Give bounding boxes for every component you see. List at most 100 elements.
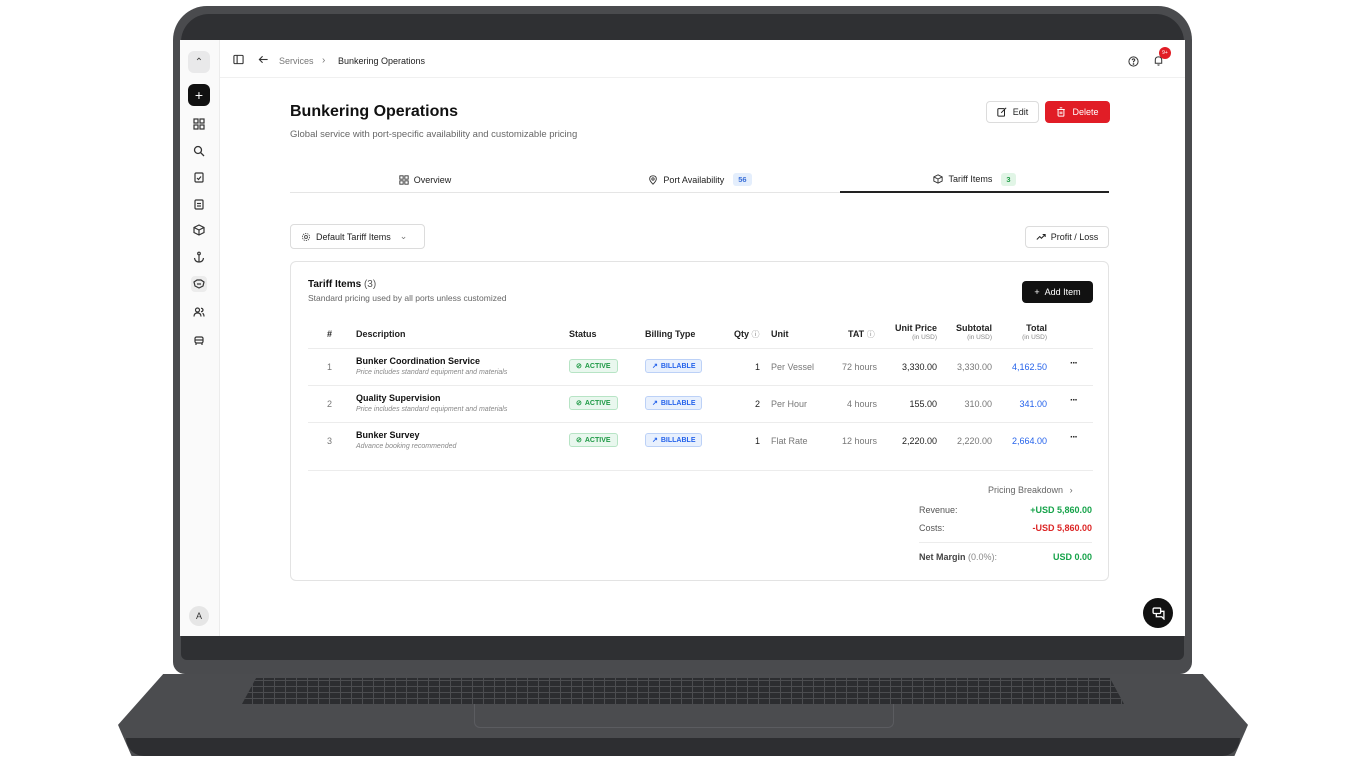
revenue-value: +USD 5,860.00 (1030, 505, 1092, 515)
package-icon[interactable] (191, 222, 207, 238)
billing-badge: ↗ BILLABLE (645, 359, 703, 373)
col-unit-price-label: Unit Price (894, 323, 937, 333)
row-title[interactable]: Quality Supervision (356, 393, 441, 403)
tab-tariff-items-label: Tariff Items (948, 174, 993, 184)
delete-button-label: Delete (1072, 107, 1099, 117)
tab-port-availability-label: Port Availability (663, 174, 725, 185)
create-new-button[interactable]: + (188, 84, 210, 106)
trending-up-icon: ↗ (652, 400, 658, 407)
col-qty-label: Qty (734, 329, 750, 339)
card-title: Tariff Items (3) (308, 279, 376, 290)
col-status: Status (569, 329, 597, 339)
vehicle-icon[interactable] (191, 332, 207, 348)
dashboard-icon[interactable] (191, 116, 207, 132)
status-badge: ⊘ ACTIVE (569, 359, 618, 373)
add-item-button[interactable]: + Add Item (1022, 281, 1093, 303)
gear-icon (301, 232, 311, 241)
card-title-text: Tariff Items (308, 279, 362, 290)
col-total-currency: (in USD) (1022, 334, 1047, 341)
avatar[interactable]: A (189, 606, 209, 626)
col-unit: Unit (771, 329, 789, 339)
breadcrumb-services[interactable]: Services (279, 56, 314, 66)
row-qty: 1 (755, 362, 761, 372)
tariff-set-dropdown[interactable]: Default Tariff Items ⌄ (290, 224, 425, 249)
col-unit-price: Unit Price (in USD) (887, 323, 937, 341)
info-icon: ⓘ (751, 330, 760, 339)
grid-icon (399, 174, 409, 185)
chat-icon (1151, 606, 1165, 620)
net-margin-text: Net Margin (919, 552, 966, 562)
tab-port-availability[interactable]: Port Availability 56 (565, 167, 835, 192)
col-total: Total (in USD) (997, 323, 1047, 341)
col-description: Description (356, 329, 406, 339)
edit-icon (997, 107, 1007, 117)
chat-button[interactable] (1143, 598, 1173, 628)
col-tat: TAT ⓘ (848, 329, 875, 340)
row-unit: Flat Rate (771, 436, 808, 446)
search-icon[interactable] (191, 143, 207, 159)
status-badge-label: ACTIVE (584, 436, 611, 444)
row-more-icon[interactable]: ··· (1070, 358, 1078, 369)
col-unit-price-currency: (in USD) (912, 334, 937, 341)
tab-overview[interactable]: Overview (290, 167, 560, 192)
page-subtitle: Global service with port-specific availa… (290, 129, 578, 140)
card-count: (3) (363, 279, 377, 290)
row-note: Price includes standard equipment and ma… (356, 369, 508, 376)
row-note: Advance booking recommended (356, 443, 457, 450)
workspace-switcher[interactable]: ⌃ (188, 51, 210, 73)
port-count-badge: 56 (733, 173, 752, 186)
tariff-items-card: Tariff Items (3) Standard pricing used b… (290, 261, 1109, 581)
services-icon[interactable] (191, 276, 207, 292)
add-item-label: Add Item (1044, 287, 1081, 297)
clipboard-list-icon[interactable] (191, 196, 207, 212)
check-circle-icon: ⊘ (576, 363, 582, 370)
tariff-count-badge: 3 (1001, 172, 1016, 186)
billing-badge-label: BILLABLE (660, 399, 696, 407)
row-num: 2 (327, 399, 333, 409)
net-divider (919, 542, 1092, 543)
package-icon (933, 174, 944, 184)
col-total-label: Total (1026, 323, 1047, 333)
users-icon[interactable] (191, 304, 207, 320)
status-badge-label: ACTIVE (584, 399, 611, 407)
laptop-base-edge (126, 738, 1240, 756)
anchor-icon[interactable] (191, 249, 207, 265)
col-subtotal-currency: (in USD) (967, 334, 992, 341)
trending-up-icon (1036, 234, 1046, 240)
back-arrow-icon[interactable] (256, 52, 270, 66)
row-subtotal: 2,220.00 (956, 436, 992, 446)
tariff-set-dropdown-label: Default Tariff Items (316, 231, 391, 242)
edit-button[interactable]: Edit (986, 101, 1039, 123)
col-subtotal-label: Subtotal (956, 323, 992, 333)
col-billing-type: Billing Type (645, 329, 696, 339)
row-num: 3 (327, 436, 333, 446)
pricing-breakdown-link[interactable]: Pricing Breakdown › (988, 485, 1073, 495)
top-bar: Services › Bunkering Operations (220, 40, 1185, 78)
row-more-icon[interactable]: ··· (1070, 432, 1078, 443)
row-subtotal: 310.00 (964, 399, 992, 409)
clipboard-check-icon[interactable] (191, 169, 207, 185)
row-total: 2,664.00 (1011, 436, 1047, 446)
profit-loss-button[interactable]: Profit / Loss (1025, 226, 1109, 248)
billing-badge-label: BILLABLE (660, 362, 696, 370)
trending-up-icon: ↗ (652, 437, 658, 444)
breadcrumb-separator-icon: › (322, 55, 326, 66)
row-note: Price includes standard equipment and ma… (356, 406, 508, 413)
col-num: # (327, 329, 333, 339)
status-badge: ⊘ ACTIVE (569, 433, 618, 447)
laptop-trackpad (474, 704, 894, 728)
row-unit-price: 155.00 (909, 399, 937, 409)
row-title[interactable]: Bunker Coordination Service (356, 356, 480, 366)
help-icon[interactable] (1126, 54, 1140, 68)
row-more-icon[interactable]: ··· (1070, 395, 1078, 406)
row-tat: 72 hours (841, 362, 877, 372)
trash-icon (1057, 107, 1066, 117)
check-circle-icon: ⊘ (576, 437, 582, 444)
notification-count-badge: 9+ (1159, 47, 1171, 59)
row-num: 1 (327, 362, 333, 372)
tab-tariff-items[interactable]: Tariff Items 3 (840, 167, 1109, 193)
delete-button[interactable]: Delete (1045, 101, 1110, 123)
row-title[interactable]: Bunker Survey (356, 430, 420, 440)
check-circle-icon: ⊘ (576, 400, 582, 407)
sidebar-toggle-icon[interactable] (231, 52, 245, 66)
